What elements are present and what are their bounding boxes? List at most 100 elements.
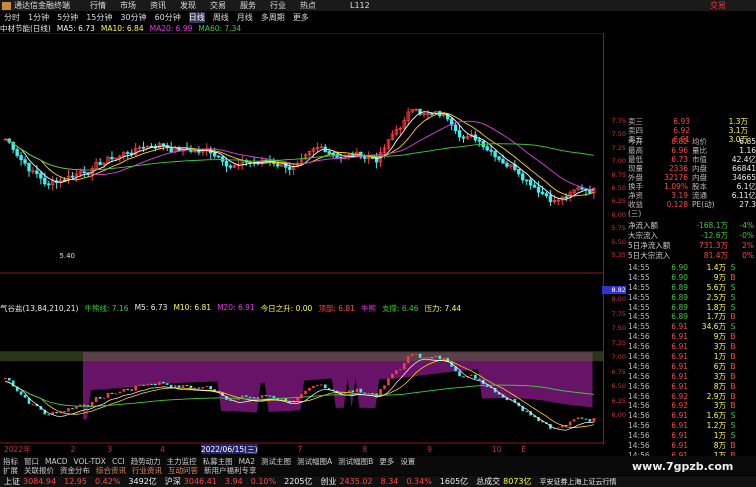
menu-item-market[interactable]: 市场: [120, 0, 136, 11]
indicator-bar: [272, 395, 276, 398]
period-tab-more[interactable]: 更多: [293, 12, 309, 23]
stats-row: 现量 2336 内盘 66841: [628, 164, 756, 173]
tick-row: 14:56 6.91 1.6万 S: [628, 411, 756, 421]
chart-canvas[interactable]: 5.40: [0, 33, 603, 445]
axis-month-4: 4: [160, 444, 165, 454]
indicator-bar: [67, 408, 70, 412]
extension-tab-2[interactable]: 资金分布: [60, 466, 90, 475]
candle-body: [525, 179, 529, 182]
period-tab-daily[interactable]: 日线: [188, 11, 205, 23]
indicator-bar: [312, 386, 315, 388]
stat-label: 换手: [628, 182, 643, 191]
ma10-line: [5, 112, 594, 197]
period-tab-60min[interactable]: 60分钟: [155, 12, 181, 23]
indicator-bar: [588, 419, 592, 422]
candle-body: [43, 177, 47, 185]
period-tab-30min[interactable]: 30分钟: [120, 12, 146, 23]
trade-button[interactable]: 交易: [710, 0, 726, 11]
order-book-row: 卖三 6.93 1.3万: [628, 117, 756, 126]
indicator-bar: [478, 378, 481, 380]
period-tab-1min[interactable]: 1分钟: [28, 12, 49, 23]
indicator-bar: [23, 394, 27, 398]
menu-item-hot[interactable]: 热点: [300, 0, 316, 11]
candle-body: [216, 155, 221, 158]
axis-month-7: 7: [297, 444, 303, 454]
indicator-tab-3[interactable]: VOL-TDX: [73, 457, 105, 466]
indicator-tab-4[interactable]: CCI: [112, 457, 125, 466]
indicator-tab-11[interactable]: 测试幅图B: [338, 456, 373, 466]
period-tab-15min[interactable]: 15分钟: [86, 12, 112, 23]
candle-body: [457, 130, 462, 138]
indicator-tab-9[interactable]: 测试主图: [261, 456, 291, 466]
indicator-bar: [564, 424, 568, 426]
indicator-bar: [142, 384, 145, 386]
menu-item-trade[interactable]: 交易: [210, 0, 226, 11]
tick-price: 6.91: [671, 322, 688, 332]
indicator-bar: [158, 381, 161, 386]
indicator-bar: [580, 417, 584, 419]
indicator-bar: [193, 387, 197, 389]
candle-body: [497, 156, 501, 160]
stat-label: 现量: [628, 164, 643, 173]
menu-item-discover[interactable]: 发现: [180, 0, 196, 11]
indicator-bar: [122, 389, 126, 392]
indicator-tab-10[interactable]: 测试幅图A: [297, 456, 332, 466]
tick-row: 14:56 6.91 3万 B: [628, 342, 756, 352]
sz-index-amount: 2205亿: [284, 477, 313, 486]
axis-month-2: 2: [70, 444, 76, 454]
fund-flow-value: 731.3万: [699, 241, 728, 250]
stat-value: 27.3: [739, 200, 756, 209]
tick-volume: 3万: [713, 401, 726, 411]
price-axis-label: 6.50: [611, 184, 626, 192]
candle-body: [141, 146, 146, 149]
menu-item-industry[interactable]: 行业: [270, 0, 286, 11]
sz-index-label[interactable]: 沪深: [165, 476, 181, 487]
period-tab-weekly[interactable]: 周线: [213, 12, 229, 23]
tick-list[interactable]: 14:55 6.90 1.4万 S 14:55 6.90 9万 B 14:55 6.89 5.6万 S…: [628, 263, 756, 471]
indicator-bar: [94, 396, 98, 402]
indicator-bar: [102, 397, 106, 399]
extension-tab-3[interactable]: 综合资讯: [96, 466, 126, 475]
extension-tab-1[interactable]: 关联报价: [24, 466, 54, 475]
indicator-tab-5[interactable]: 趋势动力: [131, 456, 161, 466]
tick-row: 14:56 6.91 1万 S: [628, 431, 756, 441]
stats-table: 今开 6.82 均价 6.85 最高 6.96 量比 1.16 最低 6.73 市值 42.4亿 现量 2…: [628, 137, 756, 218]
extension-tab-0[interactable]: 扩展: [3, 466, 18, 475]
cy-index-label[interactable]: 创业: [320, 476, 336, 487]
indicator-bar: [387, 378, 390, 386]
sh-index-label[interactable]: 上证: [4, 476, 20, 487]
ma10-label: MA10: 6.84: [100, 23, 144, 33]
indicator-tab-1[interactable]: 窗口: [24, 456, 39, 466]
lower-axis-label: 6.50: [611, 382, 626, 390]
indicator-tab-12[interactable]: 更多: [379, 456, 394, 466]
extension-tab-6[interactable]: 新用户福利专享: [204, 466, 257, 475]
stats-row: 今开 6.82 均价 6.85: [628, 137, 756, 146]
period-tab-intraday[interactable]: 分时: [4, 12, 20, 23]
tick-price: 6.92: [671, 401, 688, 411]
indicator-tab-13[interactable]: 设置: [400, 456, 415, 466]
stats-row: 收益(三) 0.128 PE(动) 27.3: [628, 200, 756, 218]
tick-row: 14:55 6.91 34.6万 S: [628, 322, 756, 332]
kline-chart[interactable]: 5.40 气谷盐(13,84,210,21) 牛熊线: 7.16 M5: 6.7…: [0, 33, 603, 445]
indicator-tab-2[interactable]: MACD: [45, 457, 67, 466]
period-tab-multi[interactable]: 多周期: [261, 12, 285, 23]
indicator-tab-8[interactable]: MA2: [239, 457, 255, 466]
tick-volume: 1万: [713, 352, 726, 362]
indicator-tab-7[interactable]: 私募主图: [203, 456, 233, 466]
indicator-tab-0[interactable]: 指标: [3, 456, 18, 466]
menu-item-quotes[interactable]: 行情: [90, 0, 106, 11]
tick-side: S: [730, 421, 736, 431]
indicator-bar: [71, 408, 74, 410]
axis-year: 2022年: [4, 444, 31, 454]
menu-item-news[interactable]: 资讯: [150, 0, 166, 11]
period-tab-5min[interactable]: 5分钟: [57, 12, 78, 23]
candle-body: [540, 191, 545, 195]
app-logo-icon: [2, 1, 11, 10]
indicator-bar: [177, 385, 181, 388]
menu-item-service[interactable]: 服务: [240, 0, 256, 11]
period-tab-monthly[interactable]: 月线: [237, 12, 253, 23]
cy-index-change: 8.34: [380, 477, 399, 486]
extension-tab-4[interactable]: 行业资讯: [132, 466, 162, 475]
indicator-tab-6[interactable]: 主力监控: [167, 456, 197, 466]
extension-tab-5[interactable]: 互动问答: [168, 466, 198, 475]
